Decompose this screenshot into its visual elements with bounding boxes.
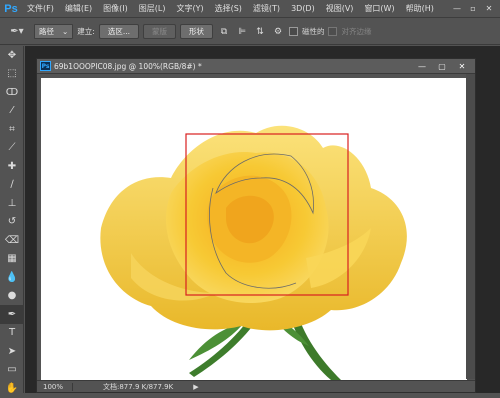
history-brush-tool-icon[interactable]: ↺ bbox=[0, 213, 24, 232]
doc-close-icon[interactable]: ✕ bbox=[453, 60, 471, 72]
shape-button[interactable]: 形状 bbox=[179, 24, 213, 39]
menu-help[interactable]: 帮助(H) bbox=[401, 3, 440, 14]
quick-select-tool-icon[interactable]: ⁄ bbox=[0, 102, 24, 121]
menu-view[interactable]: 视图(V) bbox=[321, 3, 360, 14]
hand-tool-icon[interactable]: ✋ bbox=[0, 379, 24, 398]
path-arrangement-icon[interactable]: ⇅ bbox=[253, 25, 267, 39]
chevron-down-icon: ⌄ bbox=[62, 27, 69, 36]
gradient-tool-icon[interactable]: ▦ bbox=[0, 250, 24, 269]
lasso-tool-icon[interactable]: ↀ bbox=[0, 83, 24, 102]
path-alignment-icon[interactable]: ⊫ bbox=[235, 25, 249, 39]
clone-stamp-tool-icon[interactable]: ⊥ bbox=[0, 194, 24, 213]
brush-tool-icon[interactable]: ∕ bbox=[0, 176, 24, 195]
image-canvas[interactable] bbox=[41, 78, 467, 380]
document-tab[interactable]: Ps 69b1OOOPIC08.jpg @ 100%(RGB/8#) * — ▢… bbox=[37, 59, 475, 74]
restore-icon[interactable]: ▫ bbox=[466, 2, 480, 14]
menu-file[interactable]: 文件(F) bbox=[22, 3, 60, 14]
path-operations-icon[interactable]: ⧉ bbox=[217, 25, 231, 39]
menu-edit[interactable]: 编辑(E) bbox=[60, 3, 98, 14]
align-edges-checkbox[interactable] bbox=[328, 27, 338, 36]
doc-minimize-icon[interactable]: — bbox=[413, 60, 431, 72]
healing-brush-tool-icon[interactable]: ✚ bbox=[0, 157, 24, 176]
menu-select[interactable]: 选择(S) bbox=[210, 3, 248, 14]
status-bar: 100% 文档:877.9 K/877.9K ▶ bbox=[37, 380, 475, 392]
status-menu-arrow-icon[interactable]: ▶ bbox=[193, 383, 198, 391]
document-size-info: 文档:877.9 K/877.9K bbox=[103, 382, 174, 391]
ps-file-icon: Ps bbox=[40, 61, 51, 71]
eyedropper-tool-icon[interactable]: ⟋ bbox=[0, 139, 24, 158]
eraser-tool-icon[interactable]: ⌫ bbox=[0, 231, 24, 250]
photoshop-logo: Ps bbox=[4, 2, 18, 15]
make-selection-button[interactable]: 选区... bbox=[98, 24, 139, 39]
move-tool-icon[interactable]: ✥ bbox=[0, 46, 24, 65]
menu-bar: Ps 文件(F) 编辑(E) 图像(I) 图层(L) 文字(Y) 选择(S) 滤… bbox=[0, 0, 500, 18]
dodge-tool-icon[interactable]: ● bbox=[0, 287, 24, 306]
menu-layer[interactable]: 图层(L) bbox=[134, 3, 172, 14]
doc-maximize-icon[interactable]: ▢ bbox=[433, 60, 451, 72]
workspace: Ps 69b1OOOPIC08.jpg @ 100%(RGB/8#) * — ▢… bbox=[25, 46, 500, 393]
path-selection-tool-icon[interactable]: ➤ bbox=[0, 342, 24, 361]
menu-image[interactable]: 图像(I) bbox=[98, 3, 134, 14]
menu-filter[interactable]: 滤镜(T) bbox=[248, 3, 286, 14]
crop-tool-icon[interactable]: ⌗ bbox=[0, 120, 24, 139]
minimize-icon[interactable]: — bbox=[450, 2, 464, 14]
menu-type[interactable]: 文字(Y) bbox=[171, 3, 209, 14]
close-icon[interactable]: ✕ bbox=[482, 2, 496, 14]
mask-button[interactable]: 蒙版 bbox=[142, 24, 176, 39]
menu-window[interactable]: 窗口(W) bbox=[359, 3, 400, 14]
rectangle-tool-icon[interactable]: ▭ bbox=[0, 361, 24, 380]
build-label: 建立: bbox=[77, 27, 95, 36]
document-window: Ps 69b1OOOPIC08.jpg @ 100%(RGB/8#) * — ▢… bbox=[36, 58, 476, 393]
blur-tool-icon[interactable]: 💧 bbox=[0, 268, 24, 287]
pen-tool-icon[interactable]: ✒ bbox=[0, 305, 24, 324]
pen-tool-preset-icon[interactable]: ✒▾ bbox=[4, 22, 30, 42]
vertical-scrollbar[interactable] bbox=[466, 74, 475, 379]
settings-gear-icon[interactable]: ⚙ bbox=[271, 25, 285, 39]
rose-image bbox=[100, 125, 407, 380]
zoom-level[interactable]: 100% bbox=[37, 382, 73, 391]
options-bar: ✒▾ 路径 ⌄ 建立: 选区... 蒙版 形状 ⧉ ⊫ ⇅ ⚙ 磁性的 对齐边缘 bbox=[0, 19, 500, 45]
document-title: 69b1OOOPIC08.jpg @ 100%(RGB/8#) * bbox=[54, 61, 202, 71]
type-tool-icon[interactable]: T bbox=[0, 324, 24, 343]
pen-mode-select[interactable]: 路径 ⌄ bbox=[34, 24, 74, 39]
pen-mode-value: 路径 bbox=[39, 27, 54, 36]
align-edges-label: 对齐边缘 bbox=[341, 27, 372, 36]
menu-3d[interactable]: 3D(D) bbox=[286, 4, 321, 13]
magnetic-checkbox[interactable] bbox=[288, 27, 298, 36]
marquee-tool-icon[interactable]: ⬚ bbox=[0, 65, 24, 84]
toolbox: ✥ ⬚ ↀ ⁄ ⌗ ⟋ ✚ ∕ ⊥ ↺ ⌫ ▦ 💧 ● ✒ T ➤ ▭ ✋ bbox=[0, 46, 24, 394]
magnetic-label: 磁性的 bbox=[301, 27, 325, 36]
